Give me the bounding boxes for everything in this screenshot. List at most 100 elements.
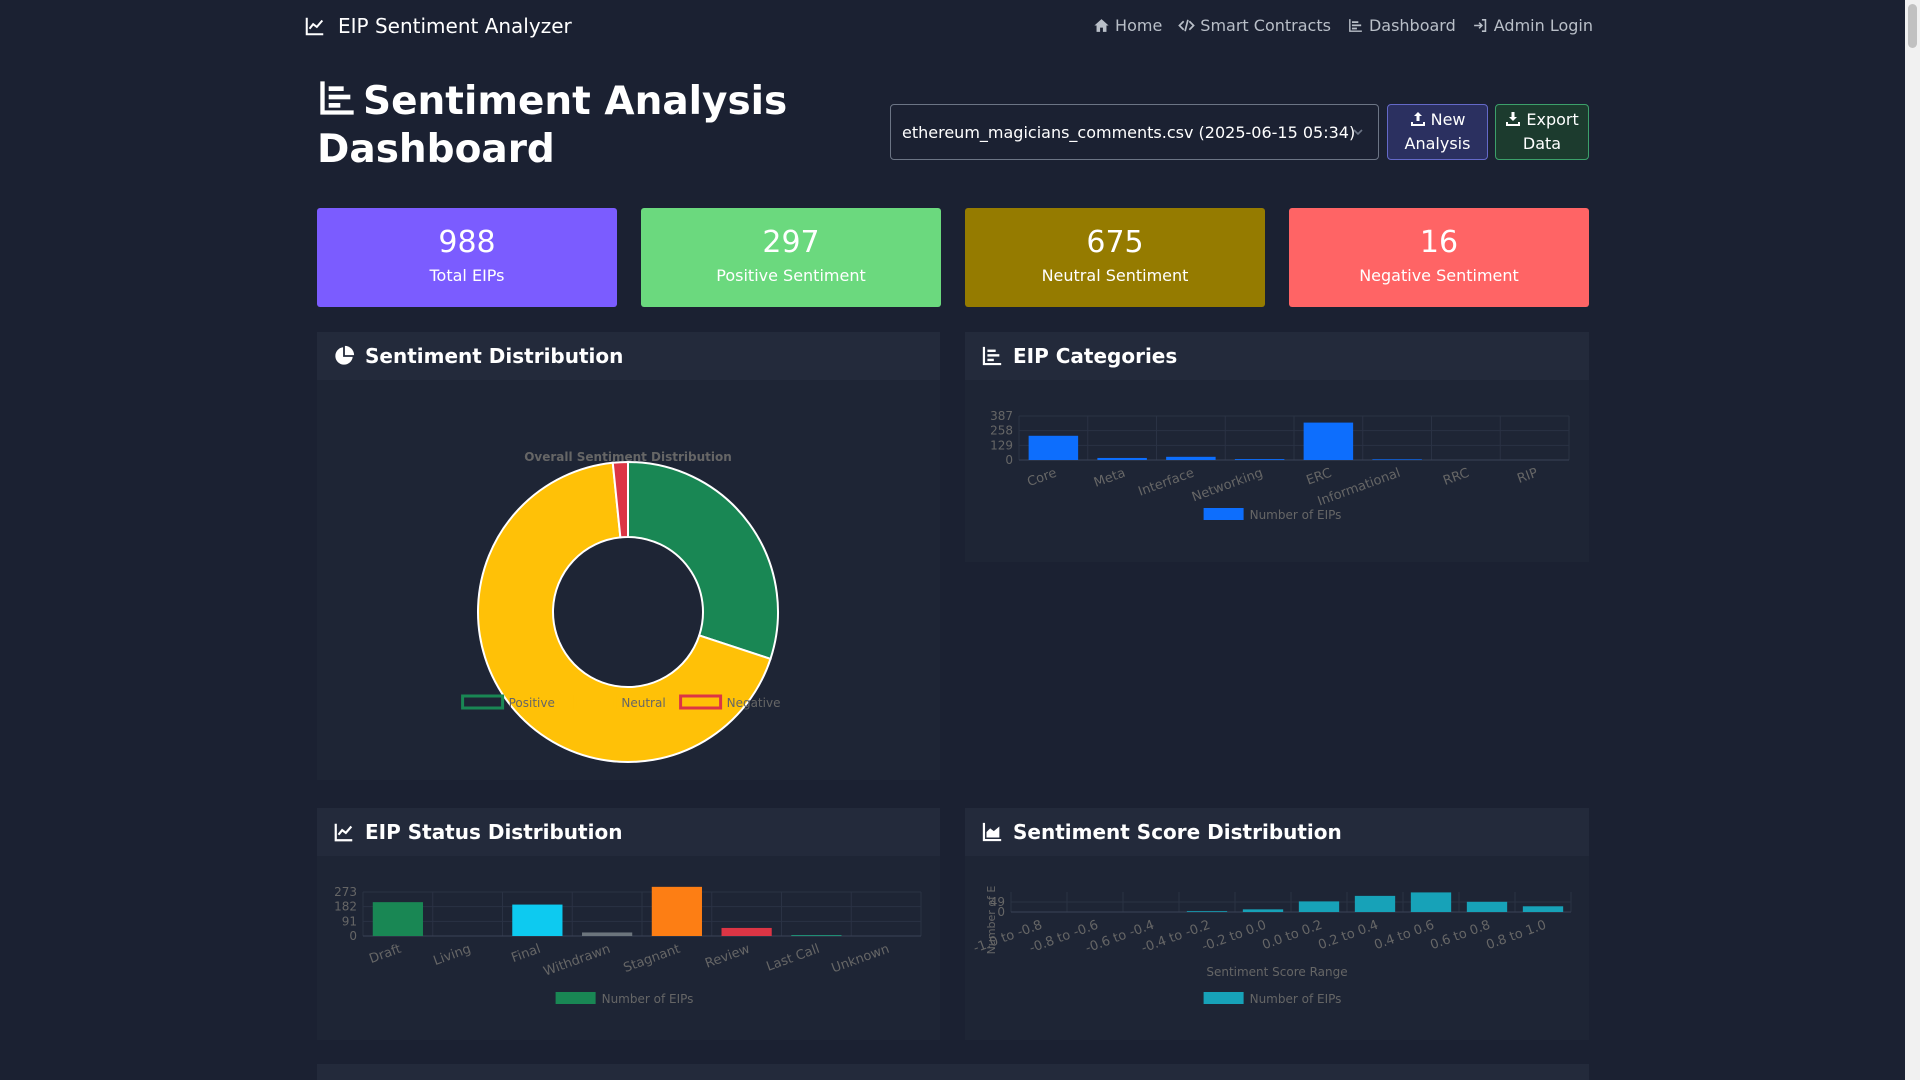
legend-label: Neutral bbox=[621, 696, 665, 710]
stat-card-total: 988 Total EIPs bbox=[317, 208, 617, 307]
bar bbox=[1298, 901, 1340, 912]
export-data-button[interactable]: Export Data bbox=[1495, 104, 1589, 160]
x-tick-label: RIP bbox=[1515, 466, 1540, 487]
stat-label: Negative Sentiment bbox=[1359, 266, 1519, 285]
legend-label: Number of EIPs bbox=[602, 992, 694, 1006]
legend-swatch bbox=[1203, 992, 1244, 1004]
file-select[interactable]: ethereum_magicians_comments.csv (2025-06… bbox=[890, 104, 1379, 160]
x-tick-label: -0.2 to 0.0 bbox=[1200, 918, 1268, 955]
x-tick-label: 0.6 to 0.8 bbox=[1428, 918, 1492, 954]
page-title-text: Sentiment Analysis Dashboard bbox=[317, 79, 788, 172]
brand[interactable]: EIP Sentiment Analyzer bbox=[304, 14, 572, 38]
bar bbox=[1186, 911, 1228, 912]
stat-label: Positive Sentiment bbox=[716, 266, 866, 285]
legend-swatch bbox=[461, 694, 505, 710]
y-tick-label: 387 bbox=[990, 409, 1013, 423]
chart-bar-icon bbox=[1349, 19, 1362, 32]
y-tick-label: 182 bbox=[334, 900, 357, 914]
x-tick-label: Last Call bbox=[764, 942, 821, 975]
stat-label: Total EIPs bbox=[429, 266, 505, 285]
sentiment-distribution-panel: Sentiment Distribution Overall Sentiment… bbox=[317, 332, 940, 780]
bar bbox=[1097, 457, 1147, 460]
brand-label: EIP Sentiment Analyzer bbox=[338, 14, 572, 38]
panel-title: Sentiment Distribution bbox=[365, 344, 624, 368]
panel-header: Sentiment Distribution bbox=[317, 332, 940, 380]
stat-label: Neutral Sentiment bbox=[1041, 266, 1189, 285]
panel-header: Sentiment Score Distribution bbox=[965, 808, 1589, 856]
y-tick-label: 258 bbox=[990, 424, 1013, 438]
upload-icon bbox=[1410, 112, 1425, 126]
eip-status-chart: 091182273 Draft Living FinalWithdrawn Stagna… bbox=[334, 885, 922, 1006]
bar bbox=[372, 902, 423, 936]
x-tick-label: Withdrawn bbox=[542, 942, 613, 980]
nav-smart-contracts[interactable]: Smart Contracts bbox=[1178, 16, 1331, 35]
y-tick-label: 0 bbox=[349, 929, 357, 943]
y-tick-label: 91 bbox=[342, 914, 357, 928]
bar bbox=[1354, 895, 1396, 912]
legend-label: Number of EIPs bbox=[1250, 992, 1342, 1006]
bar bbox=[512, 904, 563, 936]
panel-header: EIP Categories bbox=[965, 332, 1589, 380]
panel-header: EIP Status Distribution bbox=[317, 808, 940, 856]
file-select-value: ethereum_magicians_comments.csv (2025-06… bbox=[902, 122, 1356, 142]
nav-home-label: Home bbox=[1115, 16, 1163, 35]
code-icon bbox=[1178, 19, 1196, 32]
chart-area-icon bbox=[982, 822, 1002, 842]
bar bbox=[1372, 459, 1422, 460]
x-tick-label: Unknown bbox=[830, 942, 892, 977]
pie-slice-positive bbox=[627, 460, 779, 661]
x-tick-label: Interface bbox=[1136, 466, 1196, 500]
login-icon bbox=[1473, 19, 1486, 32]
stat-value: 675 bbox=[1086, 225, 1144, 260]
bar bbox=[1028, 435, 1079, 460]
scrollbar[interactable] bbox=[1905, 0, 1920, 1080]
x-tick-label: 0.2 to 0.4 bbox=[1316, 918, 1380, 954]
y-axis-label: Number of E bbox=[985, 886, 998, 955]
legend-swatch bbox=[1203, 508, 1244, 520]
sentiment-score-panel: Sentiment Score Distribution 0 49 -1.0 to … bbox=[965, 808, 1589, 1040]
page-title: Sentiment Analysis Dashboard bbox=[317, 78, 837, 174]
x-tick-label: 0.4 to 0.6 bbox=[1372, 918, 1436, 954]
new-analysis-button[interactable]: New Analysis bbox=[1387, 104, 1488, 160]
navbar: EIP Sentiment Analyzer Home Smart Contra… bbox=[0, 0, 1905, 56]
nav-smart-contracts-label: Smart Contracts bbox=[1200, 16, 1331, 35]
home-icon bbox=[1094, 19, 1109, 32]
chart-line-icon bbox=[334, 823, 353, 842]
nav-admin-login[interactable]: Admin Login bbox=[1472, 16, 1593, 35]
bar bbox=[1522, 906, 1564, 912]
bar bbox=[1166, 456, 1216, 460]
sentiment-pie-chart: Overall Sentiment DistributionPositive Ne… bbox=[461, 450, 781, 763]
stat-card-positive: 297 Positive Sentiment bbox=[641, 208, 941, 307]
x-tick-label: Meta bbox=[1092, 466, 1127, 491]
stat-value: 988 bbox=[438, 225, 496, 260]
x-tick-label: RRC bbox=[1441, 466, 1471, 489]
chevron-down-icon bbox=[1353, 129, 1363, 136]
bar bbox=[1466, 901, 1508, 912]
legend-label: Negative bbox=[727, 696, 781, 710]
bar bbox=[721, 927, 772, 936]
stat-value: 16 bbox=[1419, 225, 1459, 260]
panel-header bbox=[317, 1064, 1589, 1080]
pie-chart-icon bbox=[335, 345, 355, 365]
stat-card-negative: 16 Negative Sentiment bbox=[1289, 208, 1589, 307]
stat-value: 297 bbox=[762, 225, 820, 260]
nav-admin-login-label: Admin Login bbox=[1493, 16, 1593, 35]
eip-categories-chart: 0129258387 Core Meta InterfaceNetworking ERC… bbox=[990, 409, 1570, 522]
bar bbox=[791, 935, 842, 936]
panel-title: EIP Categories bbox=[1013, 344, 1178, 368]
x-tick-label: Stagnant bbox=[622, 942, 683, 976]
scrollbar-thumb[interactable] bbox=[1908, 4, 1917, 48]
legend-label: Number of EIPs bbox=[1250, 508, 1342, 522]
chart-line-icon bbox=[305, 17, 324, 36]
bar bbox=[1234, 459, 1285, 460]
nav-home[interactable]: Home bbox=[1093, 16, 1162, 35]
bar bbox=[1410, 892, 1452, 912]
bar bbox=[1242, 909, 1284, 912]
legend-swatch bbox=[555, 992, 596, 1004]
x-tick-label: Living bbox=[432, 942, 473, 969]
download-icon bbox=[1506, 112, 1521, 126]
chart-bar-icon bbox=[320, 81, 354, 115]
legend-label: Positive bbox=[509, 696, 555, 710]
nav-dashboard[interactable]: Dashboard bbox=[1347, 16, 1456, 35]
eip-categories-panel: EIP Categories 0 129 258 387 Core Meta Interfa… bbox=[965, 332, 1589, 562]
